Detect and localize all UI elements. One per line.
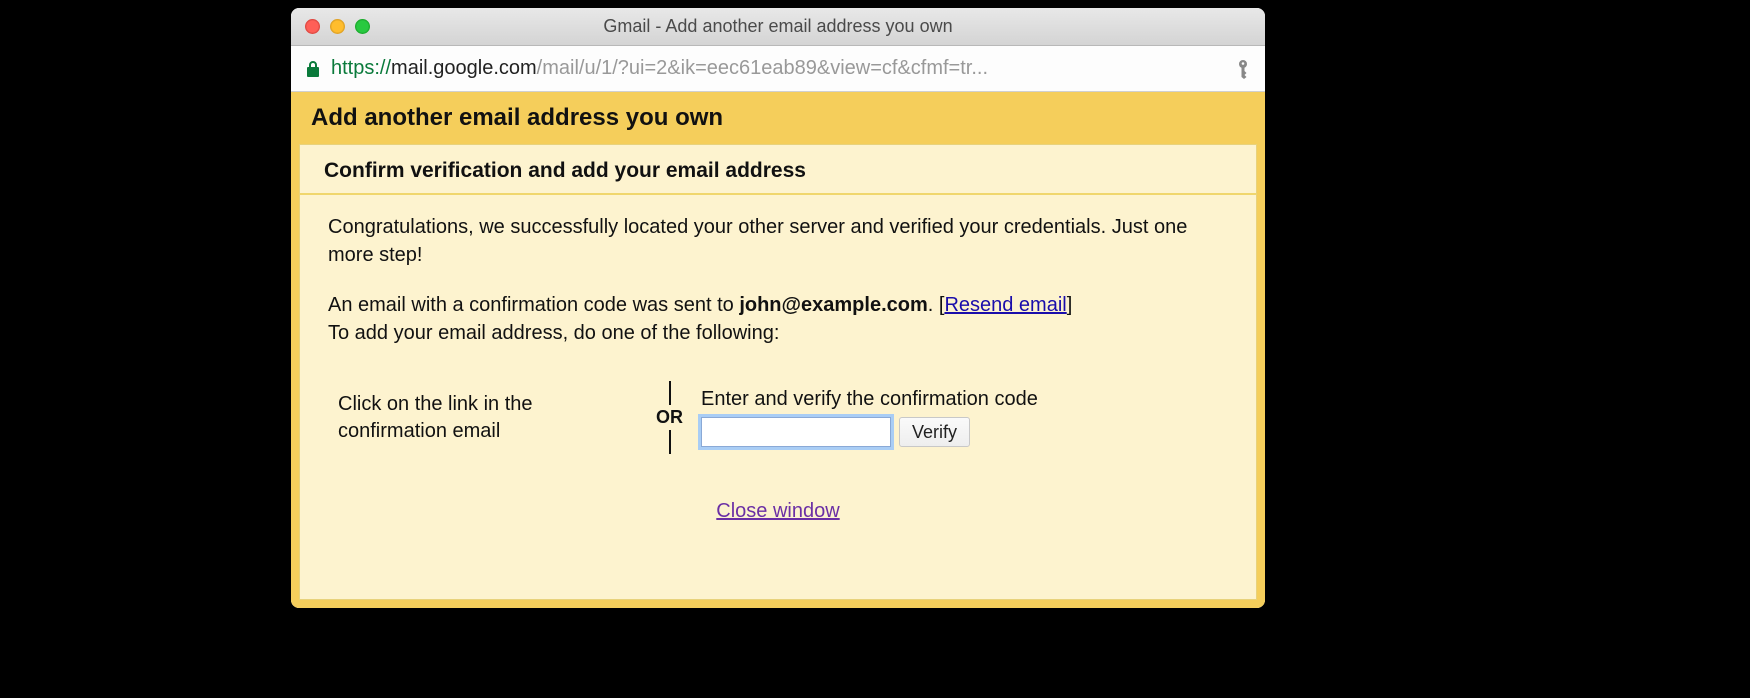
resend-email-link[interactable]: Resend email: [944, 294, 1066, 316]
sent-period: .: [928, 294, 939, 316]
option-click-link: Click on the link in the confirmation em…: [338, 391, 638, 445]
or-divider: OR: [656, 381, 683, 454]
minimize-window-button[interactable]: [330, 19, 345, 34]
url-ellipsis: ...: [971, 57, 988, 79]
or-label: OR: [656, 405, 683, 430]
sent-email: john@example.com: [739, 294, 927, 316]
page-title: Add another email address you own: [291, 92, 1265, 144]
confirmation-code-input[interactable]: [701, 417, 891, 447]
verification-options: Click on the link in the confirmation em…: [300, 369, 1256, 454]
close-window-button[interactable]: [305, 19, 320, 34]
panel-body: Congratulations, we successfully located…: [300, 195, 1256, 347]
option-enter-code: Enter and verify the confirmation code V…: [701, 388, 1228, 447]
divider-bar-top: [669, 381, 671, 405]
url-host: mail.google.com: [391, 57, 537, 79]
sent-prefix: An email with a confirmation code was se…: [328, 294, 739, 316]
verify-button[interactable]: Verify: [899, 417, 970, 447]
panel: Confirm verification and add your email …: [299, 144, 1257, 600]
close-row: Close window: [300, 500, 1256, 523]
url-path: /mail/u/1/?ui=2&ik=eec61eab89&view=cf&cf…: [537, 57, 972, 79]
close-window-link[interactable]: Close window: [716, 500, 839, 522]
enter-code-label: Enter and verify the confirmation code: [701, 388, 1228, 411]
instruction-text: To add your email address, do one of the…: [328, 322, 779, 344]
url-scheme: https: [331, 57, 374, 79]
congrats-text: Congratulations, we successfully located…: [328, 213, 1228, 269]
resend-bracket-close: ]: [1067, 294, 1073, 316]
panel-subheader: Confirm verification and add your email …: [300, 145, 1256, 195]
content-area: Add another email address you own Confir…: [291, 92, 1265, 608]
browser-window: Gmail - Add another email address you ow…: [291, 8, 1265, 608]
traffic-lights: [291, 19, 370, 34]
address-bar[interactable]: https://mail.google.com/mail/u/1/?ui=2&i…: [291, 46, 1265, 92]
window-title: Gmail - Add another email address you ow…: [291, 16, 1265, 37]
instruction-block: An email with a confirmation code was se…: [328, 291, 1228, 347]
zoom-window-button[interactable]: [355, 19, 370, 34]
url-text: https://mail.google.com/mail/u/1/?ui=2&i…: [331, 57, 1225, 80]
lock-icon: [305, 60, 321, 78]
divider-bar-bottom: [669, 430, 671, 454]
titlebar: Gmail - Add another email address you ow…: [291, 8, 1265, 46]
key-icon[interactable]: [1235, 59, 1251, 79]
verify-row: Verify: [701, 417, 1228, 447]
